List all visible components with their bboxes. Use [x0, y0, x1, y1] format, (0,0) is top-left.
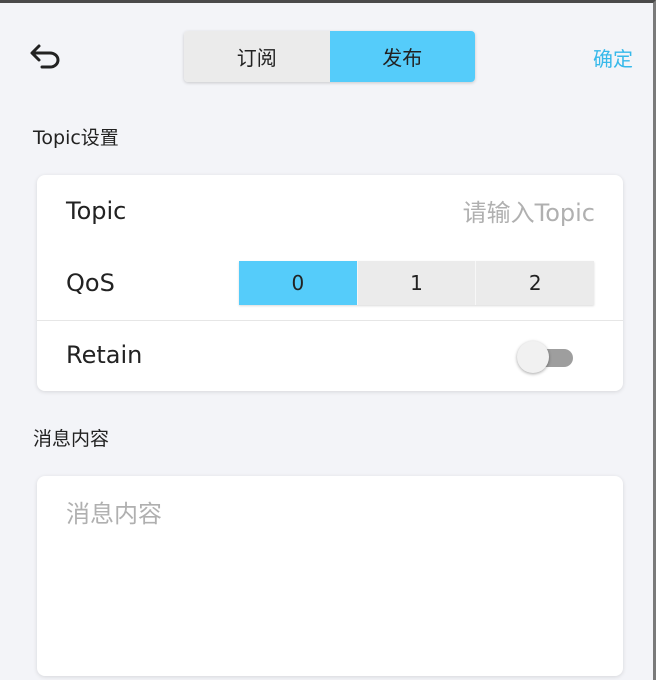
tab-subscribe[interactable]: 订阅 — [184, 31, 330, 82]
qos-option-0[interactable]: 0 — [239, 261, 357, 305]
message-card — [37, 476, 623, 676]
tab-publish[interactable]: 发布 — [329, 31, 475, 82]
topic-input[interactable] — [335, 195, 595, 231]
toggle-knob — [517, 341, 549, 373]
header: 订阅 发布 确定 — [0, 3, 653, 103]
qos-option-2[interactable]: 2 — [475, 261, 595, 305]
topic-section-title: Topic设置 — [33, 127, 119, 149]
divider — [37, 320, 623, 321]
topic-settings-card: Topic QoS 0 1 2 Retain — [37, 175, 623, 391]
retain-toggle[interactable] — [517, 341, 573, 373]
qos-selector: 0 1 2 — [239, 261, 595, 305]
mode-tabs: 订阅 发布 — [184, 31, 475, 82]
undo-arrow-icon — [30, 44, 60, 69]
back-button[interactable] — [24, 39, 68, 73]
message-input[interactable] — [66, 494, 596, 664]
confirm-button[interactable]: 确定 — [593, 43, 633, 72]
topic-label: Topic — [66, 197, 127, 225]
message-section-title: 消息内容 — [33, 428, 110, 450]
qos-option-1[interactable]: 1 — [356, 261, 476, 305]
qos-label: QoS — [66, 269, 115, 297]
retain-label: Retain — [66, 341, 143, 369]
